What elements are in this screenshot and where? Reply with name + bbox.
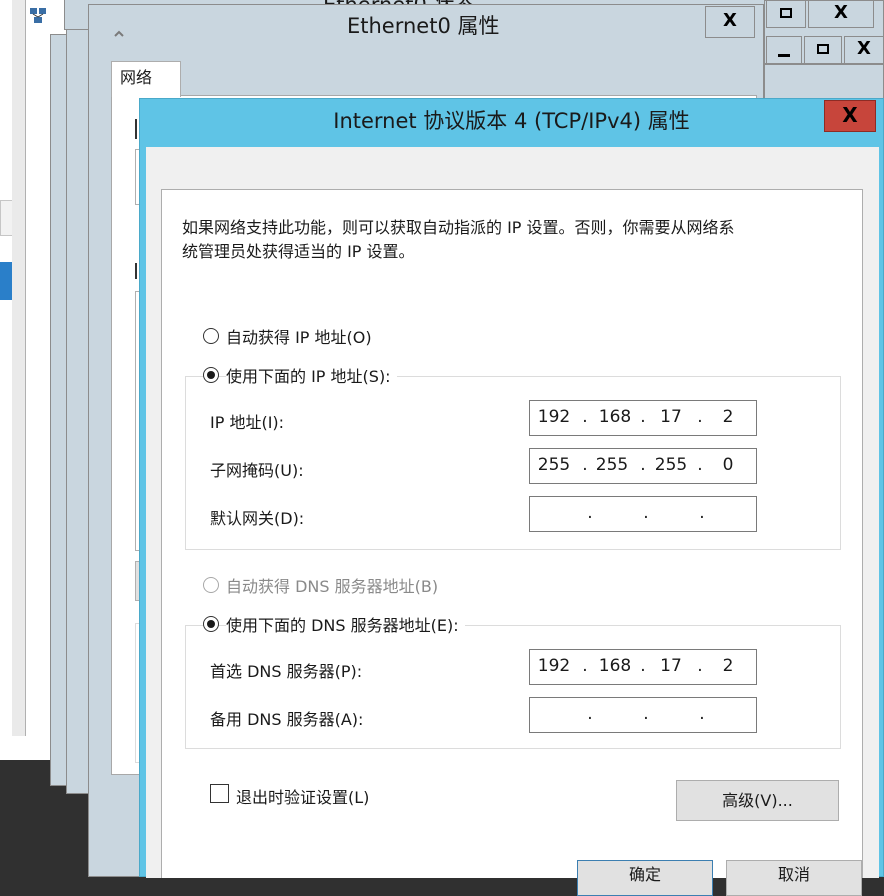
gateway-dot: . bbox=[643, 503, 649, 523]
sidebar-highlight bbox=[0, 262, 12, 300]
default-gateway-field[interactable]: . . . bbox=[529, 496, 757, 532]
description-line-1: 如果网络支持此功能，则可以获取自动指派的 IP 设置。否则，你需要从网络系 bbox=[182, 218, 735, 237]
pdns-dot: . bbox=[697, 656, 703, 676]
adns-dot: . bbox=[587, 704, 593, 724]
radio-manual-dns[interactable] bbox=[203, 616, 219, 632]
ok-button[interactable]: 确定 bbox=[577, 860, 713, 896]
preferred-dns-field[interactable]: 192 . 168 . 17 . 2 bbox=[529, 649, 757, 685]
auto-ip-label[interactable]: 自动获得 IP 地址(O) bbox=[226, 324, 372, 348]
gateway-dot: . bbox=[587, 503, 593, 523]
ethernet-window-title: Ethernet0 属性 bbox=[347, 14, 500, 38]
description-line-2: 统管理员处获得适当的 IP 设置。 bbox=[182, 242, 415, 261]
ethernet-close-button[interactable]: X bbox=[705, 6, 755, 38]
advanced-button[interactable]: 高级(V)... bbox=[676, 780, 839, 821]
adns-dot: . bbox=[699, 704, 705, 724]
adns-dot: . bbox=[643, 704, 649, 724]
ip-dot: . bbox=[640, 407, 646, 427]
close-button-2[interactable]: X bbox=[844, 36, 884, 64]
subnet-mask-field[interactable]: 255 . 255 . 255 . 0 bbox=[529, 448, 757, 484]
ip-octet-4: 2 bbox=[722, 407, 734, 427]
radio-auto-dns[interactable] bbox=[203, 577, 219, 593]
ip-dot: . bbox=[697, 407, 703, 427]
pdns-dot: . bbox=[640, 656, 646, 676]
dialog-title: Internet 协议版本 4 (TCP/IPv4) 属性 bbox=[333, 109, 690, 133]
maximize-button[interactable] bbox=[766, 0, 806, 28]
alternate-dns-label: 备用 DNS 服务器(A): bbox=[210, 710, 364, 729]
mask-dot: . bbox=[640, 455, 646, 475]
maximize-button-2[interactable] bbox=[804, 36, 842, 64]
window-edge bbox=[12, 0, 26, 736]
general-tab-panel: 如果网络支持此功能，则可以获取自动指派的 IP 设置。否则，你需要从网络系 统管… bbox=[161, 189, 863, 878]
ip-address-label: IP 地址(I): bbox=[210, 413, 285, 432]
pdns-octet-3: 17 bbox=[660, 656, 682, 676]
auto-dns-label[interactable]: 自动获得 DNS 服务器地址(B) bbox=[226, 573, 438, 597]
default-gateway-label: 默认网关(D): bbox=[210, 509, 305, 528]
preferred-dns-label: 首选 DNS 服务器(P): bbox=[210, 662, 363, 681]
mask-octet-1: 255 bbox=[537, 455, 571, 475]
network-icon bbox=[28, 6, 48, 26]
tab-network[interactable]: 网络 bbox=[111, 61, 181, 97]
ipv4-properties-dialog: Internet 协议版本 4 (TCP/IPv4) 属性 X 如果网络支持此功… bbox=[139, 98, 884, 896]
cancel-button[interactable]: 取消 bbox=[726, 860, 862, 896]
pdns-octet-2: 168 bbox=[598, 656, 632, 676]
maximize-icon bbox=[817, 44, 829, 54]
window-edge bbox=[26, 40, 52, 756]
ip-octet-3: 17 bbox=[660, 407, 682, 427]
subnet-mask-label: 子网掩码(U): bbox=[210, 461, 304, 480]
ip-octet-1: 192 bbox=[537, 407, 571, 427]
pdns-octet-4: 2 bbox=[722, 656, 734, 676]
mask-octet-4: 0 bbox=[722, 455, 734, 475]
minimize-button[interactable] bbox=[766, 36, 802, 64]
alternate-dns-field[interactable]: . . . bbox=[529, 697, 757, 733]
ip-dot: . bbox=[582, 407, 588, 427]
close-button[interactable]: X bbox=[808, 0, 874, 28]
manual-dns-label[interactable]: 使用下面的 DNS 服务器地址(E): bbox=[226, 612, 465, 636]
dialog-client-area: 如果网络支持此功能，则可以获取自动指派的 IP 设置。否则，你需要从网络系 统管… bbox=[146, 147, 879, 896]
mask-dot: . bbox=[697, 455, 703, 475]
mask-dot: . bbox=[582, 455, 588, 475]
ip-octet-2: 168 bbox=[598, 407, 632, 427]
minimize-icon bbox=[778, 54, 790, 57]
window-app-icon bbox=[113, 25, 125, 37]
pdns-dot: . bbox=[582, 656, 588, 676]
ip-address-field[interactable]: 192 . 168 . 17 . 2 bbox=[529, 400, 757, 436]
pdns-octet-1: 192 bbox=[537, 656, 571, 676]
mask-octet-2: 255 bbox=[595, 455, 629, 475]
validate-settings-label[interactable]: 退出时验证设置(L) bbox=[236, 784, 369, 808]
manual-ip-label[interactable]: 使用下面的 IP 地址(S): bbox=[226, 363, 397, 387]
gateway-dot: . bbox=[699, 503, 705, 523]
validate-settings-checkbox[interactable] bbox=[210, 784, 229, 803]
radio-auto-ip[interactable] bbox=[203, 328, 219, 344]
mask-octet-3: 255 bbox=[654, 455, 688, 475]
dialog-close-button[interactable]: X bbox=[824, 100, 876, 132]
radio-manual-ip[interactable] bbox=[203, 367, 219, 383]
maximize-icon bbox=[780, 8, 792, 18]
